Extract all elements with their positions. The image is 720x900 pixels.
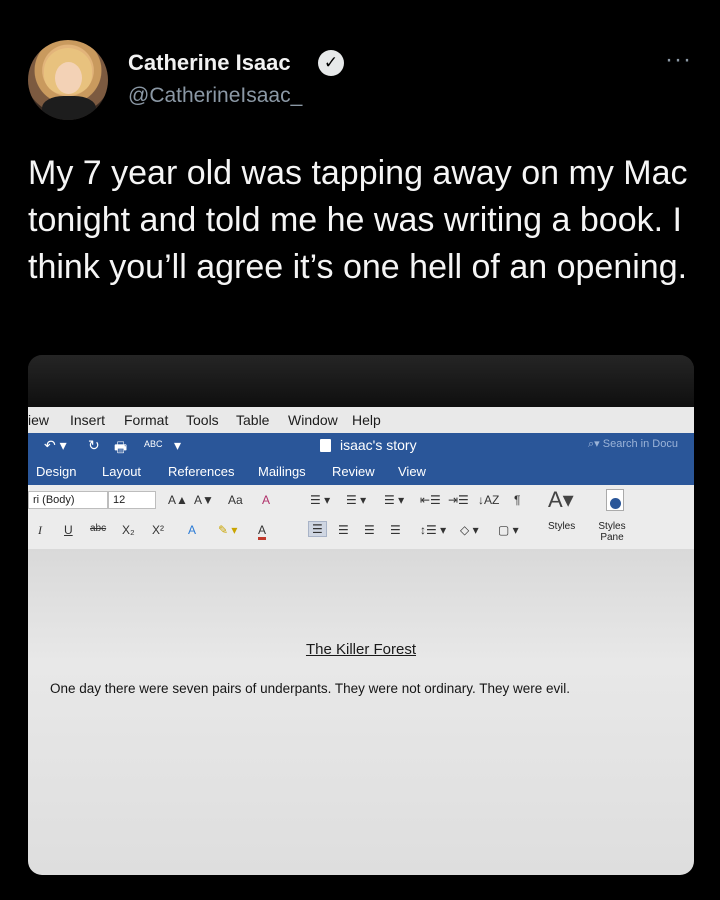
clear-formatting-button: A: [262, 493, 271, 507]
font-name-field: ri (Body): [28, 491, 108, 509]
tab-layout: Layout: [102, 464, 142, 479]
menu-table: Table: [236, 412, 270, 428]
tab-design: Design: [36, 464, 77, 479]
more-options-icon[interactable]: ···: [665, 46, 692, 74]
tab-review: Review: [332, 464, 375, 479]
sort-icon: ↓AZ: [478, 493, 500, 507]
numbering-icon: ☰ ▾: [346, 493, 367, 507]
text-styles-icon: A▾: [548, 487, 574, 512]
document-icon: [320, 439, 331, 452]
align-left-icon: ☰: [308, 521, 327, 537]
italic-button: I: [38, 523, 42, 537]
document-title: isaac's story: [340, 437, 417, 453]
redo-icon: ↻: [88, 437, 100, 453]
styles-label: Styles: [548, 521, 576, 532]
tweet-text: My 7 year old was tapping away on my Mac…: [28, 154, 688, 286]
change-case-button: Aa: [228, 493, 243, 507]
menu-insert: Insert: [70, 412, 106, 428]
bullets-icon: ☰ ▾: [310, 493, 331, 507]
tab-view: View: [398, 464, 426, 479]
line-spacing-icon: ↕☰ ▾: [420, 523, 447, 537]
grow-font-button: A▲: [168, 493, 188, 507]
user-handle[interactable]: @CatherineIsaac_: [128, 84, 302, 108]
avatar-face: [55, 62, 82, 94]
pilcrow-icon: ¶: [514, 493, 521, 507]
text-effects-button: A: [188, 523, 197, 537]
styles-pane-label: Styles Pane: [598, 521, 626, 543]
highlight-icon: ✎ ▾: [218, 523, 238, 537]
align-center-icon: ☰: [338, 523, 349, 537]
menu-view: iew: [28, 412, 50, 428]
laptop-bezel: [28, 355, 694, 407]
align-right-icon: ☰: [364, 523, 375, 537]
shading-icon: ◇ ▾: [460, 523, 479, 537]
borders-icon: ▢ ▾: [498, 523, 519, 537]
document-page: The Killer Forest One day there were sev…: [28, 549, 694, 875]
user-name[interactable]: Catherine Isaac: [128, 50, 291, 76]
menu-tools: Tools: [186, 412, 219, 428]
tweet-photo[interactable]: iew Insert Format Tools Table Window Hel…: [28, 355, 694, 875]
underline-button: U: [64, 523, 73, 537]
superscript-button: X²: [152, 523, 164, 537]
multilevel-list-icon: ☰ ▾: [384, 493, 405, 507]
search-input: ⌕▾ Search in Docu: [588, 437, 694, 455]
menu-format: Format: [124, 412, 169, 428]
word-title-bar: ↶ ▾ ↻ 🖶 ABC ▾ isaac's story ⌕▾ Search in…: [28, 433, 694, 459]
menu-help: Help: [352, 412, 381, 428]
menu-window: Window: [288, 412, 338, 428]
decrease-indent-icon: ⇤☰: [420, 493, 441, 507]
search-placeholder: Search in Docu: [602, 438, 678, 450]
font-color-button: A: [258, 523, 267, 540]
avatar-body: [42, 96, 96, 120]
menu-bar: iew Insert Format Tools Table Window Hel…: [28, 407, 694, 433]
tab-mailings: Mailings: [258, 464, 306, 479]
document-body: One day there were seven pairs of underp…: [50, 681, 571, 696]
shrink-font-button: A▼: [194, 493, 214, 507]
customize-toolbar-icon: ▾: [174, 437, 182, 453]
print-icon: 🖶: [114, 439, 128, 455]
document-heading: The Killer Forest: [305, 641, 417, 658]
ribbon-tabs: Design Layout References Mailings Review…: [28, 459, 694, 485]
ribbon-home: ri (Body) 12 A▲ A▼ Aa A ☰ ▾ ☰ ▾ ☰ ▾ ⇤☰ ⇥…: [28, 485, 694, 549]
strikethrough-button: abc: [90, 523, 107, 534]
tab-references: References: [168, 464, 235, 479]
tweet-header: Catherine Isaac ✓ @CatherineIsaac_ ···: [28, 40, 692, 124]
undo-icon: ↶ ▾: [44, 437, 67, 453]
verified-badge-icon: ✓: [318, 50, 344, 76]
avatar[interactable]: [28, 40, 108, 120]
styles-pane-icon: [606, 489, 624, 511]
subscript-button: X₂: [122, 523, 135, 537]
font-size-field: 12: [108, 491, 156, 509]
justify-icon: ☰: [390, 523, 401, 537]
spellcheck-icon: ABC: [144, 439, 163, 449]
increase-indent-icon: ⇥☰: [448, 493, 469, 507]
search-icon: ⌕▾: [588, 438, 603, 450]
